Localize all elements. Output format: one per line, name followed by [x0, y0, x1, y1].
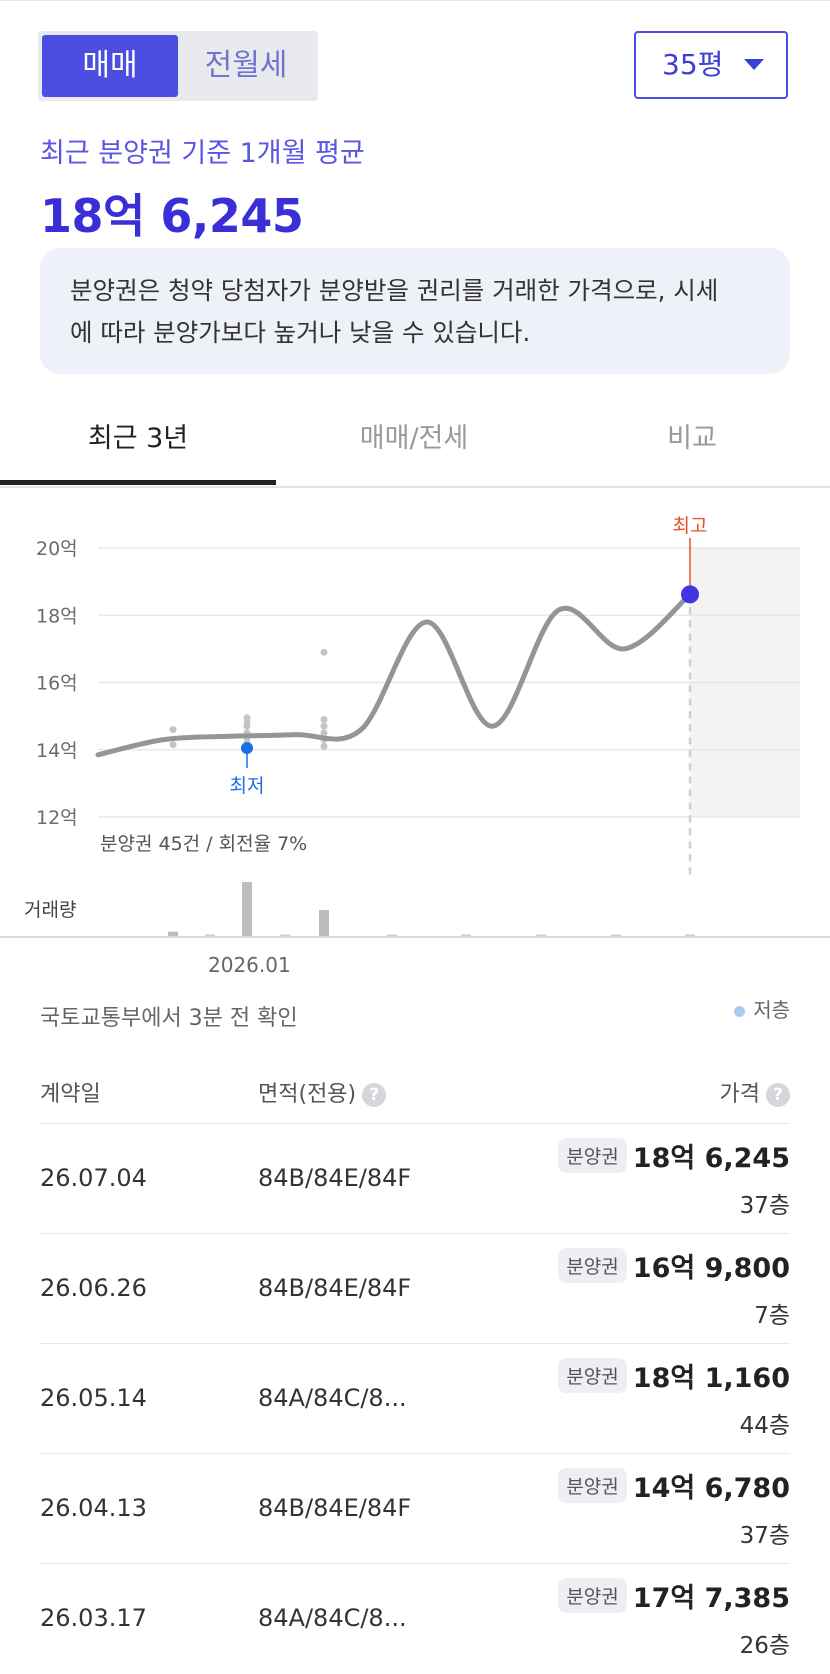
tab-sale-jeonse[interactable]: 매매/전세 — [276, 400, 552, 486]
presale-badge: 분양권 — [558, 1468, 627, 1503]
table-row[interactable]: 26.03.17 84A/84C/8... 분양권 17억 7,385 26층 — [40, 1563, 790, 1673]
header-price: 가격? — [720, 1076, 790, 1108]
legend-low-floor: 저층 — [734, 994, 790, 1023]
transaction-point — [320, 648, 328, 656]
tab-recent-3-years[interactable]: 최근 3년 — [0, 400, 276, 486]
row-area: 84B/84E/84F — [258, 1494, 412, 1522]
header-area: 면적(전용)? — [258, 1076, 387, 1108]
row-area: 84A/84C/8... — [258, 1604, 407, 1632]
size-dropdown-value: 35평 — [662, 48, 724, 81]
presale-notice: 분양권은 청약 당첨자가 분양받을 권리를 거래한 가격으로, 시세 에 따라 … — [40, 248, 790, 374]
transaction-point — [320, 722, 328, 730]
toggle-sale[interactable]: 매매 — [42, 35, 178, 97]
row-floor: 26층 — [739, 1633, 790, 1659]
row-date: 26.03.17 — [40, 1604, 147, 1632]
table-row[interactable]: 26.05.14 84A/84C/8... 분양권 18억 1,160 44층 — [40, 1343, 790, 1453]
y-tick-label: 20억 — [36, 538, 78, 560]
transaction-list: 26.07.04 84B/84E/84F 분양권 18억 6,245 37층 26… — [40, 1123, 790, 1673]
active-tab-indicator — [0, 480, 276, 485]
volume-bar — [319, 910, 329, 936]
row-date: 26.07.04 — [40, 1164, 147, 1192]
row-floor: 37층 — [739, 1523, 790, 1549]
presale-badge: 분양권 — [558, 1358, 627, 1393]
volume-bar — [242, 882, 252, 936]
high-point — [681, 585, 699, 604]
transaction-point — [169, 741, 177, 749]
row-date: 26.06.26 — [40, 1274, 147, 1302]
row-floor: 44층 — [739, 1413, 790, 1439]
notice-line-2: 에 따라 분양가보다 높거나 낮을 수 있습니다. — [70, 318, 531, 347]
presale-badge: 분양권 — [558, 1248, 627, 1283]
top-divider — [0, 0, 830, 1]
tab-compare[interactable]: 비교 — [554, 400, 830, 486]
header-date: 계약일 — [40, 1082, 101, 1107]
row-price-line: 분양권 14억 6,780 — [558, 1466, 790, 1505]
chart-tabs: 최근 3년 매매/전세 비교 — [0, 400, 830, 488]
high-label: 최고 — [673, 515, 708, 537]
transaction-point — [243, 722, 251, 730]
volume-label: 거래량 — [24, 899, 76, 921]
header-area-label: 면적(전용) — [258, 1082, 357, 1107]
legend-label: 저층 — [753, 998, 790, 1022]
row-area: 84B/84E/84F — [258, 1274, 412, 1302]
size-dropdown[interactable]: 35평 — [634, 31, 788, 99]
row-price: 16억 9,800 — [632, 1253, 790, 1284]
y-tick-label: 16억 — [36, 673, 78, 695]
y-tick-label: 18억 — [36, 605, 78, 627]
notice-line-1: 분양권은 청약 당첨자가 분양받을 권리를 거래한 가격으로, 시세 — [70, 276, 719, 305]
legend-dot-icon — [734, 1006, 746, 1017]
presale-badge: 분양권 — [558, 1138, 627, 1173]
help-icon[interactable]: ? — [362, 1083, 387, 1107]
row-floor: 7층 — [754, 1303, 790, 1329]
help-icon[interactable]: ? — [766, 1083, 790, 1107]
table-row[interactable]: 26.07.04 84B/84E/84F 분양권 18억 6,245 37층 — [40, 1123, 790, 1233]
table-header: 계약일 면적(전용)? 가격? — [40, 1072, 790, 1124]
price-trend-line — [95, 591, 693, 758]
row-price: 18억 1,160 — [632, 1363, 790, 1394]
row-floor: 37층 — [739, 1193, 790, 1219]
x-tick-label: 2026.01 — [208, 953, 291, 977]
volume-stats-text: 분양권 45건 / 회전율 7% — [100, 833, 307, 855]
y-tick-label: 12억 — [36, 807, 78, 829]
transaction-point — [320, 742, 328, 750]
row-date: 26.04.13 — [40, 1494, 147, 1522]
chart-baseline — [0, 936, 830, 938]
row-area: 84A/84C/8... — [258, 1384, 407, 1412]
average-price: 18억 6,245 — [40, 189, 304, 243]
data-source-text: 국토교통부에서 3분 전 확인 — [40, 1006, 298, 1031]
header-price-label: 가격 — [719, 1082, 760, 1107]
transaction-point — [320, 715, 328, 723]
row-date: 26.05.14 — [40, 1384, 147, 1412]
row-price-line: 분양권 18억 1,160 — [558, 1356, 790, 1395]
row-price-line: 분양권 18억 6,245 — [558, 1136, 790, 1175]
transaction-point — [169, 726, 177, 734]
caret-down-icon — [744, 59, 764, 70]
price-chart[interactable]: 20억 18억 16억 14억 12억 최고최저분양권 45건 / 회전율 7% 거래량 — [0, 500, 830, 940]
presale-badge: 분양권 — [558, 1578, 627, 1613]
row-price: 14억 6,780 — [632, 1473, 790, 1504]
low-label: 최저 — [230, 775, 265, 797]
row-price: 18억 6,245 — [632, 1143, 790, 1174]
table-row[interactable]: 26.06.26 84B/84E/84F 분양권 16억 9,800 7층 — [40, 1233, 790, 1343]
average-price-label: 최근 분양권 기준 1개월 평균 — [40, 138, 365, 169]
row-price: 17억 7,385 — [632, 1583, 790, 1614]
price-chart-svg: 20억 18억 16억 14억 12억 최고최저분양권 45건 / 회전율 7% 거래량 — [24, 515, 800, 936]
table-row[interactable]: 26.04.13 84B/84E/84F 분양권 14억 6,780 37층 — [40, 1453, 790, 1563]
row-price-line: 분양권 17억 7,385 — [558, 1576, 790, 1615]
row-price-line: 분양권 16억 9,800 — [558, 1246, 790, 1285]
toggle-rent[interactable]: 전월세 — [178, 35, 314, 97]
row-area: 84B/84E/84F — [258, 1164, 412, 1192]
y-tick-label: 14억 — [36, 740, 78, 762]
low-point — [241, 742, 253, 755]
deal-type-toggle: 매매 전월세 — [38, 31, 318, 101]
